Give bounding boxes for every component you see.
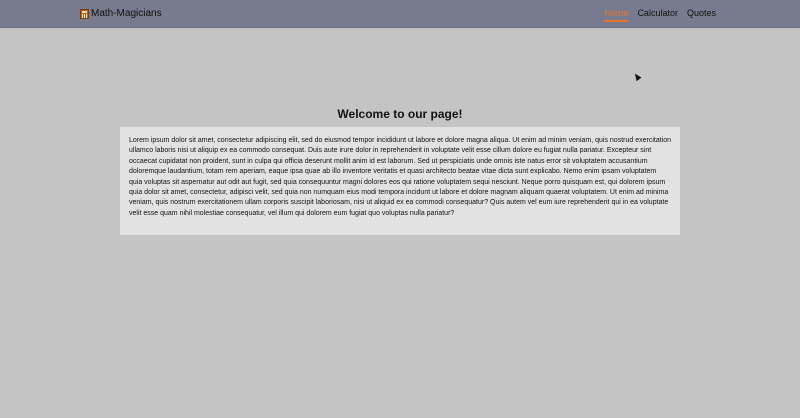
mouse-cursor-icon [632,71,642,82]
brand[interactable]: Math-Magicians [80,8,162,19]
calculator-icon [80,8,89,19]
navbar: Math-Magicians Home Calculator Quotes [0,0,800,28]
nav-link-calculator[interactable]: Calculator [637,8,678,18]
page-body-text: Lorem ipsum dolor sit amet, consectetur … [120,127,680,235]
page-title: Welcome to our page! [337,107,463,121]
nav-link-quotes[interactable]: Quotes [687,8,716,18]
nav-links: Home Calculator Quotes [604,8,716,22]
nav-link-home[interactable]: Home [604,8,629,22]
brand-name: Math-Magicians [91,8,162,19]
